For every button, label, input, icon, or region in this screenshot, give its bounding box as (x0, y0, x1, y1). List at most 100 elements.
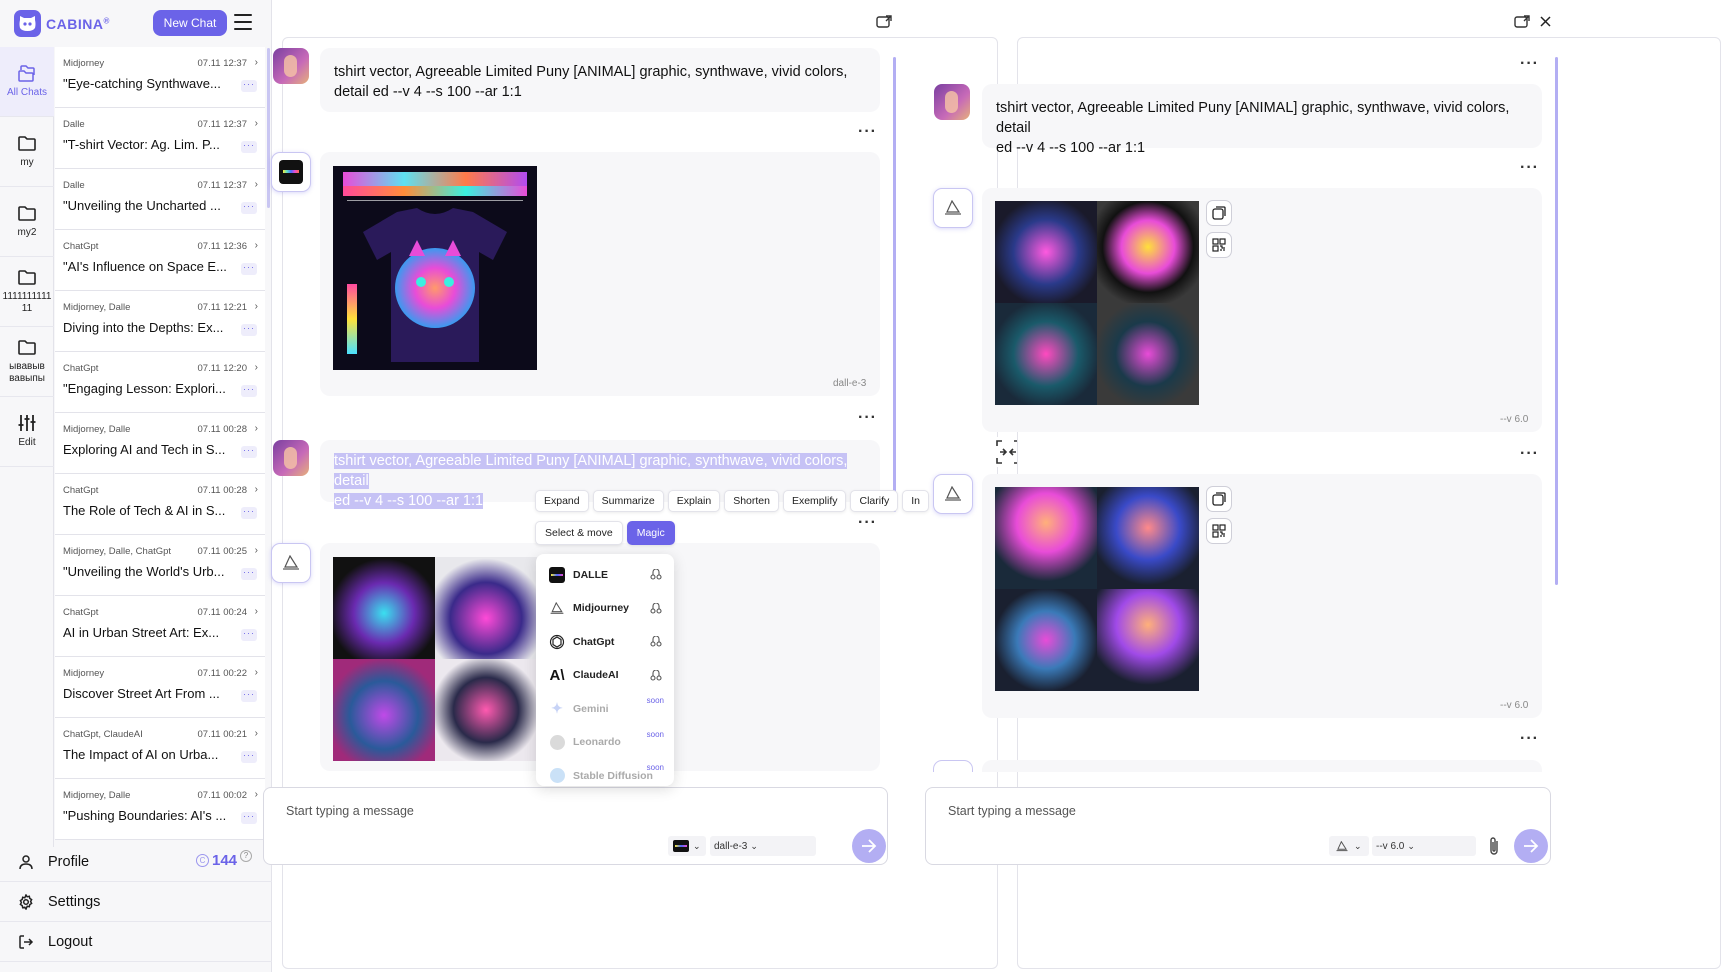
chat-list-item[interactable]: Midjorney 07.11 00:22 › Discover Street Art… (55, 657, 265, 718)
left-panel-scrollbar[interactable] (893, 57, 896, 512)
more-options-icon[interactable]: ··· (241, 812, 257, 824)
link-icon[interactable] (650, 569, 662, 580)
send-button[interactable] (1514, 829, 1548, 863)
generated-image[interactable] (333, 166, 537, 370)
chevron-right-icon[interactable]: › (255, 789, 258, 800)
more-options-icon[interactable]: ··· (241, 141, 257, 153)
chat-list-item[interactable]: Midjorney, Dalle 07.11 00:02 › "Pushing Bou… (55, 779, 265, 840)
more-options-icon[interactable]: ··· (241, 568, 257, 580)
generated-image-grid[interactable] (333, 557, 537, 761)
more-options-icon[interactable]: ··· (241, 385, 257, 397)
user-icon (19, 854, 33, 869)
chat-list-item[interactable]: ChatGpt, ClaudeAI 07.11 00:21 › The Impact … (55, 718, 265, 779)
more-options-icon[interactable]: ··· (1520, 159, 1539, 177)
text-action-summarize-button[interactable]: Summarize (592, 490, 664, 512)
chevron-right-icon[interactable]: › (255, 118, 258, 129)
generated-image-grid[interactable] (995, 201, 1199, 405)
chevron-right-icon[interactable]: › (255, 728, 258, 739)
help-icon[interactable]: ? (240, 849, 253, 862)
link-icon[interactable] (650, 602, 662, 614)
chat-list-item[interactable]: Midjorney, Dalle 07.11 12:21 › Diving into … (55, 291, 265, 352)
chat-list-item[interactable]: Dalle 07.11 12:37 › "Unveiling the Uncharte… (55, 169, 265, 230)
text-action-in-button[interactable]: In (902, 490, 930, 512)
text-action-expand-button[interactable]: Expand (535, 490, 589, 512)
text-action-shorten-button[interactable]: Shorten (724, 490, 779, 512)
chat-list-item[interactable]: ChatGpt 07.11 00:24 › AI in Urban Street Ar… (55, 596, 265, 657)
more-options-icon[interactable]: ··· (1520, 445, 1539, 463)
chat-list-scrollbar[interactable] (267, 48, 270, 208)
logout-link[interactable]: Logout (0, 922, 272, 962)
model-option-chatgpt[interactable]: ChatGpt (536, 625, 674, 659)
profile-link[interactable]: Profile C 144 ? (0, 842, 272, 882)
qr-code-button[interactable] (1206, 518, 1232, 544)
folder-cyrillic[interactable]: ывавыв вавыпы (0, 327, 54, 397)
chevron-right-icon[interactable]: › (255, 240, 258, 251)
chevron-right-icon[interactable]: › (255, 423, 258, 434)
more-options-icon[interactable]: ··· (241, 80, 257, 92)
chat-list-item[interactable]: Dalle 07.11 12:37 › "T-shirt Vector: Ag. Li… (55, 108, 265, 169)
more-options-icon[interactable]: ··· (858, 409, 877, 427)
qr-code-button[interactable] (1206, 232, 1232, 258)
chevron-right-icon[interactable]: › (255, 667, 258, 678)
model-option-claudeai[interactable]: A\ ClaudeAI (536, 659, 674, 693)
chat-list-item[interactable]: ChatGpt 07.11 00:28 › The Role of Tech & AI… (55, 474, 265, 535)
model-picker-button[interactable]: ⌄ (668, 836, 706, 856)
magic-button[interactable]: Magic (626, 521, 675, 545)
chat-list-item[interactable]: Midjorney, Dalle 07.11 00:28 › Exploring AI… (55, 413, 265, 474)
more-options-icon[interactable]: ··· (1520, 55, 1539, 73)
paperclip-icon[interactable] (1488, 836, 1500, 856)
more-options-icon[interactable]: ··· (241, 263, 257, 275)
chevron-right-icon[interactable]: › (255, 179, 258, 190)
more-options-icon[interactable]: ··· (241, 507, 257, 519)
model-option-dalle[interactable]: DALLE (536, 558, 674, 592)
more-options-icon[interactable]: ··· (241, 751, 257, 763)
text-action-explain-button[interactable]: Explain (667, 490, 721, 512)
link-icon[interactable] (650, 669, 662, 681)
chat-list-item[interactable]: Midjorney, Dalle, ChatGpt 07.11 00:25 › "Un… (55, 535, 265, 596)
text-action-exemplify-button[interactable]: Exemplify (782, 490, 847, 512)
chevron-right-icon[interactable]: › (255, 606, 258, 617)
chat-list-item[interactable]: Midjorney 07.11 12:37 › "Eye-catching Synth… (55, 47, 265, 108)
upscale-button[interactable] (1206, 486, 1232, 512)
chevron-right-icon[interactable]: › (255, 545, 258, 556)
more-options-icon[interactable]: ··· (858, 123, 877, 141)
chevron-right-icon[interactable]: › (255, 362, 258, 373)
new-chat-button[interactable]: New Chat (153, 10, 227, 36)
more-options-icon[interactable]: ··· (241, 446, 257, 458)
chat-list-item[interactable]: ChatGpt 07.11 12:20 › "Engaging Lesson: Exp… (55, 352, 265, 413)
model-option-midjourney[interactable]: Midjourney (536, 592, 674, 626)
text-action-clarify-button[interactable]: Clarify (850, 490, 899, 512)
select-move-button[interactable]: Select & move (535, 521, 623, 545)
model-picker-button[interactable]: ⌄ (1329, 836, 1369, 856)
message-composer-right[interactable]: Start typing a message ⌄ --v 6.0 ⌄ (925, 787, 1551, 865)
edit-folders-button[interactable]: Edit (0, 397, 54, 467)
generated-image-grid[interactable] (995, 487, 1199, 691)
upscale-button[interactable] (1206, 200, 1232, 226)
more-options-icon[interactable]: ··· (241, 690, 257, 702)
chevron-right-icon[interactable]: › (255, 57, 258, 68)
model-version-select[interactable]: --v 6.0 ⌄ (1372, 836, 1476, 856)
folder-my[interactable]: my (0, 117, 54, 187)
expand-window-icon[interactable] (876, 15, 892, 29)
right-panel-scrollbar[interactable] (1555, 57, 1558, 585)
folder-all-chats[interactable]: All Chats (0, 47, 54, 117)
model-version-select[interactable]: dall-e-3 ⌄ (710, 836, 816, 856)
folder-my2[interactable]: my2 (0, 187, 54, 257)
chat-list-item[interactable]: ChatGpt 07.11 12:36 › "AI's Influence on Sp… (55, 230, 265, 291)
expand-window-icon[interactable] (1514, 15, 1530, 29)
more-options-icon[interactable]: ··· (241, 629, 257, 641)
cabina-logo-icon[interactable] (14, 10, 41, 37)
close-icon[interactable] (1540, 16, 1551, 27)
settings-link[interactable]: Settings (0, 882, 272, 922)
more-options-icon[interactable]: ··· (241, 202, 257, 214)
more-options-icon[interactable]: ··· (241, 324, 257, 336)
more-options-icon[interactable]: ··· (1520, 730, 1539, 748)
message-composer-left[interactable]: Start typing a message ⌄ dall-e-3 ⌄ (263, 787, 888, 865)
more-options-icon[interactable]: ··· (858, 514, 877, 532)
chevron-right-icon[interactable]: › (255, 484, 258, 495)
chevron-right-icon[interactable]: › (255, 301, 258, 312)
link-icon[interactable] (650, 636, 662, 647)
folder-1111111111[interactable]: 1111111111 11 (0, 257, 54, 327)
hamburger-menu-icon[interactable] (234, 14, 252, 30)
send-button[interactable] (852, 829, 886, 863)
